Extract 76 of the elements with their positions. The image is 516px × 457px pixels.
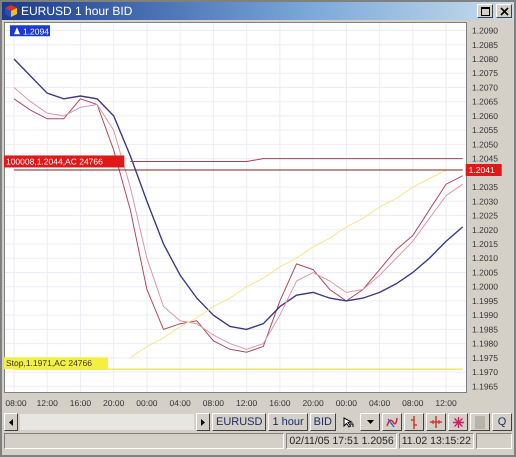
time-axis-label: 00:00 xyxy=(136,398,158,408)
price-axis-label: 1.2010 xyxy=(472,253,498,264)
annotation: 1.2094 xyxy=(22,26,50,36)
time-axis-label: 04:00 xyxy=(368,398,390,408)
bar-tool-button[interactable] xyxy=(404,413,424,431)
close-button[interactable] xyxy=(496,4,512,18)
clock-text: 11.02 13:15:22 xyxy=(398,433,474,449)
star-tool-button[interactable] xyxy=(448,413,468,431)
price-axis-label: 1.2065 xyxy=(472,96,498,107)
price-axis-label: 1.2020 xyxy=(472,224,498,235)
maximize-button[interactable] xyxy=(477,4,493,18)
order-label[interactable]: 100008,1.2044,AC 24766 xyxy=(4,155,124,168)
asterisk-icon xyxy=(452,416,464,428)
blank-tool-button[interactable] xyxy=(470,413,490,431)
wave-icon xyxy=(386,416,398,428)
price-axis-label: 1.1985 xyxy=(472,324,498,334)
square-icon xyxy=(475,416,485,428)
price-axis-label: 1.1975 xyxy=(472,352,498,363)
price-axis-label: 1.1980 xyxy=(472,338,498,349)
time-axis-label: 12:00 xyxy=(435,398,457,408)
time-axis-label: 12:00 xyxy=(36,398,58,408)
pointer-icon xyxy=(342,416,354,428)
side-button[interactable]: BID xyxy=(310,413,336,431)
last-tick-text: 02/11/05 17:51 1.2056 xyxy=(286,433,397,449)
scroll-left-button[interactable] xyxy=(4,413,18,431)
price-axis-label: 1.2030 xyxy=(472,196,498,206)
time-axis-label: 08:00 xyxy=(5,398,27,408)
annotation: 100008,1.2044,AC 24766 xyxy=(6,156,104,166)
current-price-tag: 1.2041 xyxy=(466,164,502,176)
price-axis-label: 1.2045 xyxy=(472,154,498,164)
price-axis-label: 1.2080 xyxy=(472,54,498,64)
price-axis-label: 1.1965 xyxy=(472,381,498,392)
cube-icon xyxy=(4,4,18,18)
price-axis-label: 1.2025 xyxy=(472,210,498,221)
time-axis-label: 16:00 xyxy=(269,398,290,408)
q-tool-button[interactable]: Q xyxy=(492,413,512,431)
time-axis-label: 04:00 xyxy=(170,398,191,408)
right-arrow-icon xyxy=(201,418,205,426)
price-axis-label: 1.2070 xyxy=(472,82,498,92)
price-axis-label: 1.2005 xyxy=(472,267,498,278)
cross-tool-button[interactable] xyxy=(426,413,446,431)
time-axis-label: 08:00 xyxy=(202,398,224,408)
price-axis-label: 1.1995 xyxy=(472,296,498,306)
price-axis-label: 1.2075 xyxy=(472,68,498,78)
period-button[interactable]: 1 hour xyxy=(268,413,308,431)
maximize-icon xyxy=(480,6,490,16)
time-axis-label: 08:00 xyxy=(402,398,424,408)
close-icon xyxy=(500,6,508,16)
caret-icon xyxy=(366,420,374,424)
time-axis-label: 00:00 xyxy=(336,398,357,408)
price-axis-label: 1.2060 xyxy=(472,110,498,121)
price-axis-label: 1.2090 xyxy=(472,26,498,36)
price-axis-label: 1.2015 xyxy=(472,239,498,249)
scroll-right-button[interactable] xyxy=(196,413,210,431)
left-arrow-icon xyxy=(9,418,13,426)
time-axis-label: 20:00 xyxy=(103,398,124,408)
time-axis-label: 20:00 xyxy=(302,398,324,408)
stop-label[interactable]: Stop,1.1971,AC 24766 xyxy=(4,357,108,370)
price-axis-label: 1.2055 xyxy=(472,125,498,136)
price-axis-label: 1.2035 xyxy=(472,182,498,192)
price-axis-label: 1.1990 xyxy=(472,310,498,320)
status-panel xyxy=(476,433,512,449)
symbol-button[interactable]: EURUSD xyxy=(212,413,266,431)
price-axis-label: 1.1970 xyxy=(472,367,498,378)
tool-dropdown-button[interactable] xyxy=(360,413,380,431)
crosshair-icon xyxy=(430,416,442,428)
time-axis-label: 16:00 xyxy=(70,398,92,408)
time-axis-label: 12:00 xyxy=(236,398,258,408)
wave-tool-button[interactable] xyxy=(382,413,402,431)
price-axis-label: 1.2050 xyxy=(472,139,498,150)
window-title: EURUSD 1 hour BID xyxy=(21,4,132,18)
price-axis-label: 1.2085 xyxy=(472,40,498,50)
price-axis-label: 1.2000 xyxy=(472,282,498,292)
price-bar-icon xyxy=(411,416,417,428)
annotation: Stop,1.1971,AC 24766 xyxy=(6,358,92,368)
scrollbar-track[interactable] xyxy=(20,414,194,430)
